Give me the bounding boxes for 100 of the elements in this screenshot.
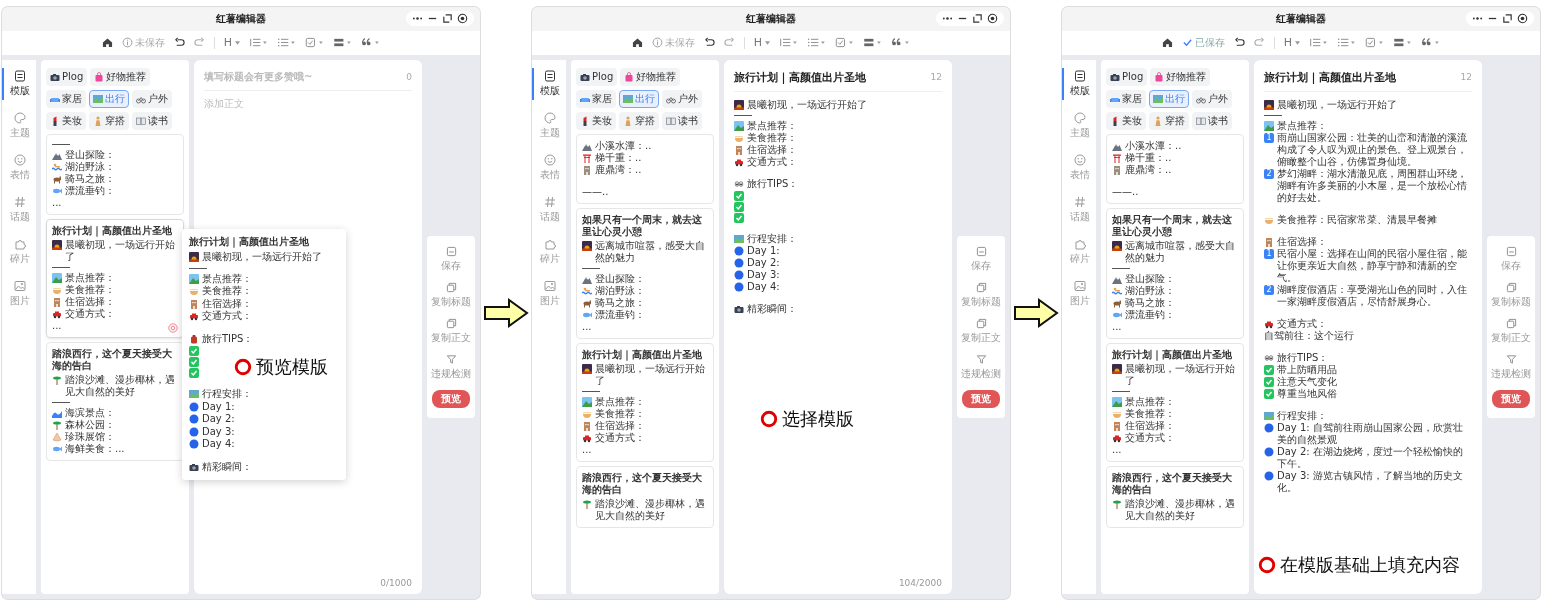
category-chip[interactable]: 家居 — [46, 89, 86, 108]
tool-button[interactable]: 复制标题 — [1491, 281, 1531, 309]
quote-icon[interactable] — [891, 37, 911, 48]
list-icon[interactable] — [807, 37, 827, 48]
category-chip[interactable]: 户外 — [1192, 89, 1232, 108]
nav-tab[interactable]: 碎片 — [2, 235, 36, 268]
restore-icon[interactable] — [1502, 13, 1513, 24]
category-chip[interactable]: 出行 — [619, 89, 659, 108]
tool-button[interactable]: 保存 — [441, 245, 461, 273]
category-chip[interactable]: 读书 — [132, 111, 172, 130]
home-icon[interactable] — [1161, 37, 1173, 48]
nav-tab[interactable]: 模版 — [2, 67, 36, 100]
ordered-list-icon[interactable] — [249, 37, 269, 48]
ordered-list-icon[interactable] — [1309, 37, 1329, 48]
template-card[interactable]: 旅行计划｜高颜值出片圣地 晨曦初现，一场远行开始了 景点推荐： 美食推荐： 住宿选择： 交通方式： ... — [576, 342, 714, 462]
list-icon[interactable] — [1337, 37, 1357, 48]
undo-icon[interactable] — [1233, 37, 1245, 48]
category-chip[interactable]: 穿搭 — [1149, 111, 1189, 130]
close-icon[interactable] — [987, 13, 998, 24]
category-chip[interactable]: 好物推荐 — [90, 67, 151, 86]
nav-tab[interactable]: 图片 — [532, 277, 566, 310]
category-chip[interactable]: Plog — [576, 67, 618, 86]
category-chip[interactable]: 出行 — [1149, 89, 1189, 108]
restore-icon[interactable] — [442, 13, 453, 24]
category-chip[interactable]: 家居 — [576, 89, 616, 108]
building-icon — [189, 298, 199, 309]
checkbox-icon[interactable] — [835, 37, 855, 48]
category-chip[interactable]: 读书 — [662, 111, 702, 130]
title-field[interactable]: 旅行计划｜高颜值出片圣地 — [1264, 69, 1396, 85]
category-chip[interactable]: Plog — [46, 67, 88, 86]
nav-tab[interactable]: 话题 — [532, 193, 566, 226]
undo-icon[interactable] — [703, 37, 715, 48]
template-card[interactable]: 小溪水潭：.. 梯千重：.. 鹿鼎湾：.. ——.. — [576, 133, 714, 204]
divider-icon[interactable] — [333, 37, 353, 48]
category-chip[interactable]: 好物推荐 — [1150, 67, 1211, 86]
undo-icon[interactable] — [173, 37, 185, 48]
tool-button[interactable]: 违规检测 — [961, 353, 1001, 381]
tool-button[interactable]: 违规检测 — [431, 353, 471, 381]
template-card[interactable]: 踏浪西行，这个夏天接受大海的告白 踏浪沙滩、漫步椰林，遇见大自然的美好 — [1106, 465, 1244, 528]
nav-tab[interactable]: 主题 — [1062, 109, 1096, 142]
heading-dropdown[interactable]: H — [1283, 36, 1301, 49]
checkbox-icon[interactable] — [1365, 37, 1385, 48]
list-icon[interactable] — [277, 37, 297, 48]
tool-button[interactable]: 复制正文 — [961, 317, 1001, 345]
car-icon — [189, 311, 199, 321]
nav-tab[interactable]: 表情 — [1062, 151, 1096, 184]
category-chip[interactable]: 美妆 — [46, 111, 86, 130]
quote-icon[interactable] — [361, 37, 381, 48]
checkbox-icon[interactable] — [305, 37, 325, 48]
home-icon[interactable] — [101, 37, 113, 48]
category-chip[interactable]: 穿搭 — [89, 111, 129, 130]
heading-dropdown[interactable]: H — [753, 36, 771, 49]
title-field[interactable]: 旅行计划｜高颜值出片圣地 — [734, 69, 866, 85]
nav-tab[interactable]: 主题 — [532, 109, 566, 142]
tool-button[interactable]: 复制标题 — [961, 281, 1001, 309]
category-chip[interactable]: 读书 — [1192, 111, 1232, 130]
category-chip[interactable]: 美妆 — [1106, 111, 1146, 130]
template-card[interactable]: 小溪水潭：.. 梯千重：.. 鹿鼎湾：.. ——.. — [1106, 133, 1244, 204]
nav-tab[interactable]: 图片 — [1062, 277, 1096, 310]
nav-tab[interactable]: 碎片 — [532, 235, 566, 268]
close-icon[interactable] — [1517, 13, 1528, 24]
preview-button[interactable]: 预览 — [1492, 389, 1530, 408]
category-chip[interactable]: 好物推荐 — [620, 67, 681, 86]
template-card[interactable]: 登山探险： 湖泊野泳： 骑马之旅： 漂流垂钓： ... — [46, 133, 184, 215]
nav-tab[interactable]: 图片 — [2, 277, 36, 310]
restore-icon[interactable] — [972, 13, 983, 24]
template-card[interactable]: 踏浪西行，这个夏天接受大海的告白 踏浪沙滩、漫步椰林，遇见大自然的美好 — [576, 465, 714, 528]
template-card[interactable]: 如果只有一个周末，就去这里让心灵小憩 远离城市喧嚣，感受大自然的魅力 登山探险： 湖泊野泳： 骑马之旅： 漂流垂钓： ... — [1106, 207, 1244, 339]
category-chip[interactable]: 美妆 — [576, 111, 616, 130]
category-chip[interactable]: 家居 — [1106, 89, 1146, 108]
nav-tab[interactable]: 话题 — [1062, 193, 1096, 226]
nav-tab[interactable]: 碎片 — [1062, 235, 1096, 268]
tool-button[interactable]: 复制标题 — [431, 281, 471, 309]
nav-tab[interactable]: 模版 — [1062, 67, 1096, 100]
category-chip[interactable]: 穿搭 — [619, 111, 659, 130]
nav-tab[interactable]: 模版 — [532, 67, 566, 100]
category-chip[interactable]: 出行 — [89, 89, 129, 108]
heading-dropdown[interactable]: H — [223, 36, 241, 49]
template-card[interactable]: 旅行计划｜高颜值出片圣地 晨曦初现，一场远行开始了 景点推荐： 美食推荐： 住宿选择： 交通方式： ... — [1106, 342, 1244, 462]
preview-button[interactable]: 预览 — [432, 389, 470, 408]
template-card[interactable]: 如果只有一个周末，就去这里让心灵小憩 远离城市喧嚣，感受大自然的魅力 登山探险： 湖泊野泳： 骑马之旅： 漂流垂钓： ... — [576, 207, 714, 339]
divider-icon[interactable] — [1393, 37, 1413, 48]
preview-button[interactable]: 预览 — [962, 389, 1000, 408]
tool-button[interactable]: 复制正文 — [1491, 317, 1531, 345]
tool-button[interactable]: 保存 — [1501, 245, 1521, 273]
category-chip[interactable]: 户外 — [132, 89, 172, 108]
nav-tab[interactable]: 主题 — [2, 109, 36, 142]
nav-tab[interactable]: 话题 — [2, 193, 36, 226]
close-icon[interactable] — [457, 13, 468, 24]
nav-tab[interactable]: 表情 — [2, 151, 36, 184]
tool-button[interactable]: 违规检测 — [1491, 353, 1531, 381]
home-icon[interactable] — [631, 37, 643, 48]
divider-icon[interactable] — [863, 37, 883, 48]
category-chip[interactable]: Plog — [1106, 67, 1148, 86]
tool-button[interactable]: 复制正文 — [431, 317, 471, 345]
quote-icon[interactable] — [1421, 37, 1441, 48]
tool-button[interactable]: 保存 — [971, 245, 991, 273]
category-chip[interactable]: 户外 — [662, 89, 702, 108]
nav-tab[interactable]: 表情 — [532, 151, 566, 184]
ordered-list-icon[interactable] — [779, 37, 799, 48]
